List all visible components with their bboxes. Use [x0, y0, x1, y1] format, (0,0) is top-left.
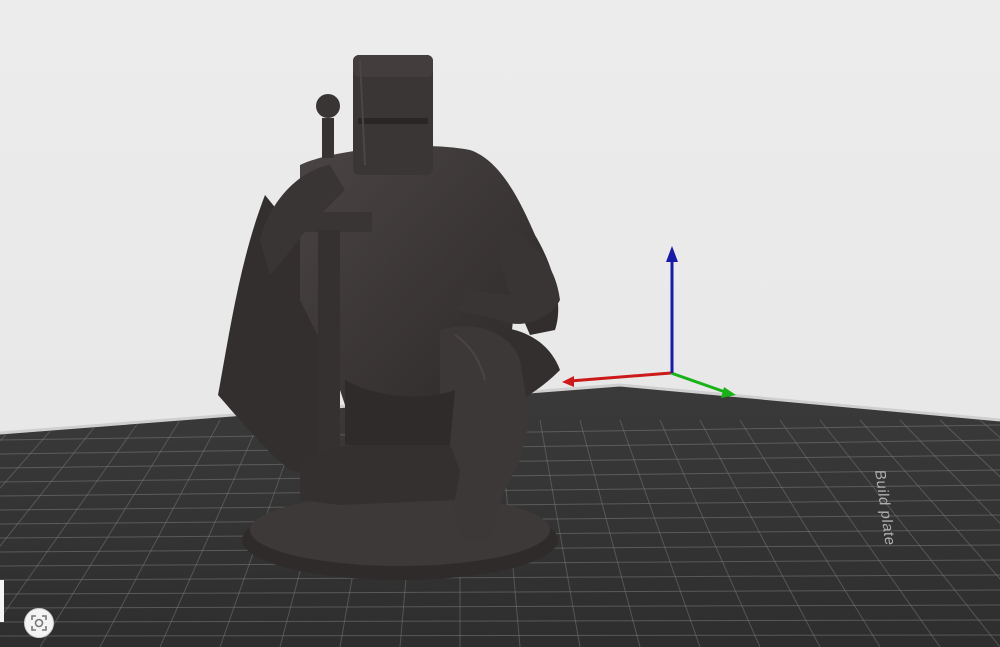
- 3d-viewport[interactable]: Build plate: [0, 0, 1000, 647]
- axis-gizmo: [562, 246, 736, 398]
- camera-reset-icon: [31, 615, 47, 631]
- scene: [0, 55, 1000, 647]
- z-axis-arrow: [666, 246, 678, 262]
- x-axis-arrow: [562, 376, 574, 387]
- side-panel-edge[interactable]: [0, 580, 4, 622]
- reset-view-button[interactable]: [24, 608, 54, 638]
- x-axis-line: [569, 371, 672, 383]
